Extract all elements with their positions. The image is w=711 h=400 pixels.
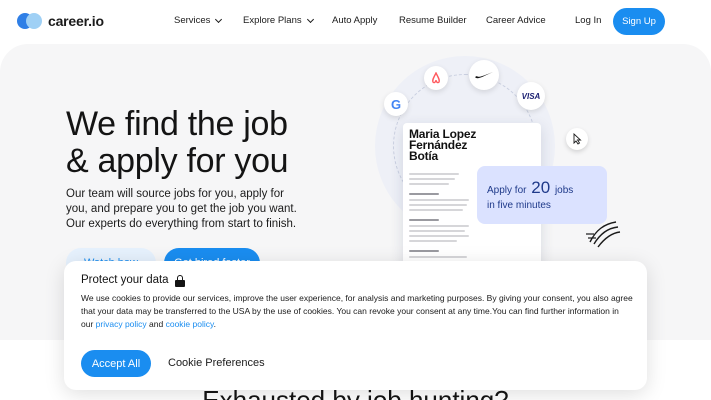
accept-all-button[interactable]: Accept All	[81, 350, 151, 377]
logo-icon	[17, 12, 43, 30]
top-nav: career.io Services Explore Plans Auto Ap…	[0, 0, 711, 44]
nav-career-advice[interactable]: Career Advice	[486, 15, 546, 26]
cookie-text: We use cookies to provide our services, …	[81, 293, 633, 329]
login-link[interactable]: Log In	[575, 15, 601, 26]
nike-icon	[469, 60, 499, 90]
nav-label: Explore Plans	[243, 15, 302, 26]
nav-label: Auto Apply	[332, 15, 378, 26]
resume-name: Maria Lopez Fernández Botía	[409, 127, 477, 163]
cookie-policy-link[interactable]: cookie policy	[166, 319, 214, 329]
visa-icon: VISA	[517, 82, 545, 110]
nav-auto-apply[interactable]: Auto Apply	[332, 15, 377, 26]
google-icon: G	[384, 92, 408, 116]
signup-button[interactable]: Sign Up	[613, 8, 665, 35]
nav-resume-builder[interactable]: Resume Builder	[399, 15, 467, 26]
speed-runner-icon	[586, 221, 621, 248]
nav-explore-plans[interactable]: Explore Plans	[243, 15, 314, 26]
nav-label: Career Advice	[486, 15, 546, 26]
lock-icon	[174, 274, 185, 287]
cookie-preferences-button[interactable]: Cookie Preferences	[168, 357, 265, 369]
chevron-down-icon	[215, 15, 223, 23]
airbnb-icon	[424, 66, 448, 90]
cookie-consent-dialog: Protect your data We use cookies to prov…	[64, 261, 647, 390]
apply-count: 20	[531, 178, 551, 197]
pointer-icon	[566, 128, 588, 150]
nav-label: Services	[174, 15, 211, 26]
logo[interactable]: career.io	[17, 12, 104, 30]
privacy-policy-link[interactable]: privacy policy	[96, 319, 147, 329]
login-label: Log In	[575, 15, 602, 26]
logo-text: career.io	[48, 13, 104, 29]
cookie-title: Protect your data	[81, 274, 185, 287]
chevron-down-icon	[306, 15, 314, 23]
nav-services[interactable]: Services	[174, 15, 223, 26]
nav-label: Resume Builder	[399, 15, 467, 26]
